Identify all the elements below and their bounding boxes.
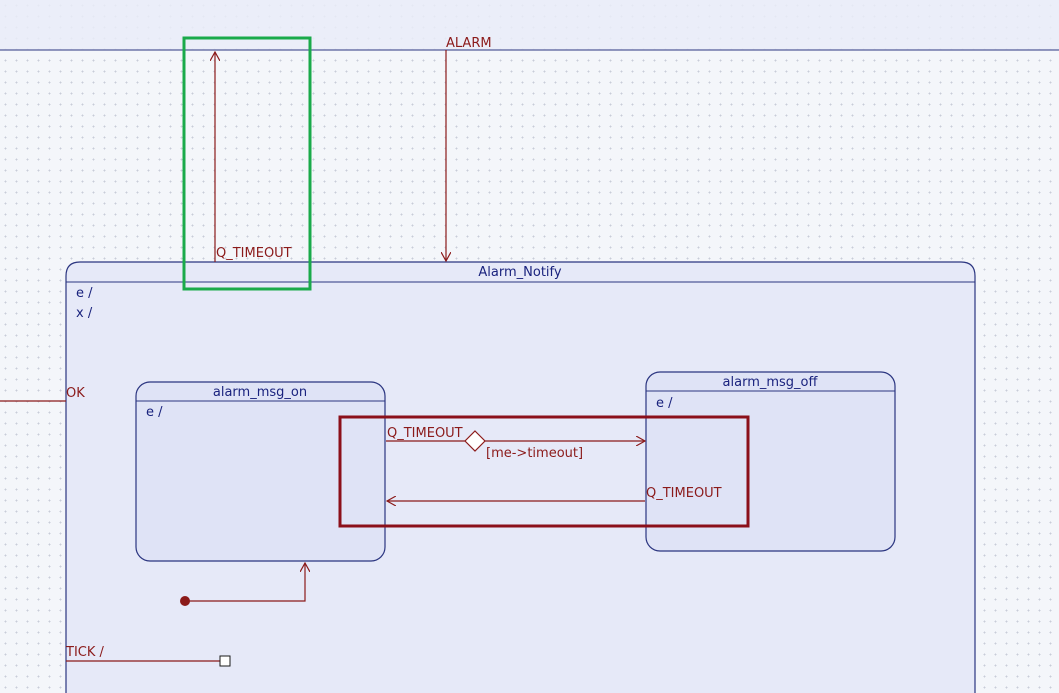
state-alarm-msg-off[interactable]: alarm_msg_off e /	[645, 371, 896, 552]
statechart-canvas: Alarm_Notify e / x / alarm_msg_on e / al…	[0, 0, 1059, 693]
transition-ok[interactable]: OK	[0, 386, 85, 402]
state-alarm-msg-off-title: alarm_msg_off	[723, 375, 819, 390]
transition-alarm[interactable]: ALARM	[446, 36, 492, 261]
transition-q-timeout-exit[interactable]: Q_TIMEOUT	[215, 52, 292, 262]
transition-q-timeout-forward-label: Q_TIMEOUT	[387, 426, 463, 441]
transition-q-timeout-back-label: Q_TIMEOUT	[646, 486, 722, 501]
transition-q-timeout-exit-label: Q_TIMEOUT	[216, 246, 292, 261]
parent-state-region	[0, 0, 1059, 50]
state-alarm-msg-on[interactable]: alarm_msg_on e /	[135, 381, 386, 562]
transition-alarm-label: ALARM	[446, 36, 492, 51]
state-alarm-msg-on-title: alarm_msg_on	[213, 385, 307, 400]
transition-guard-label: [me->timeout]	[486, 446, 583, 461]
state-alarm-notify-exit: x /	[76, 306, 93, 321]
state-alarm-notify-title: Alarm_Notify	[478, 265, 561, 280]
state-alarm-msg-on-entry: e /	[146, 405, 163, 420]
state-alarm-msg-off-entry: e /	[656, 396, 673, 411]
transition-ok-label: OK	[66, 386, 85, 401]
transition-tick-label: TICK /	[65, 645, 105, 660]
state-alarm-notify-entry: e /	[76, 286, 93, 301]
internal-transition-end-icon	[219, 655, 231, 667]
